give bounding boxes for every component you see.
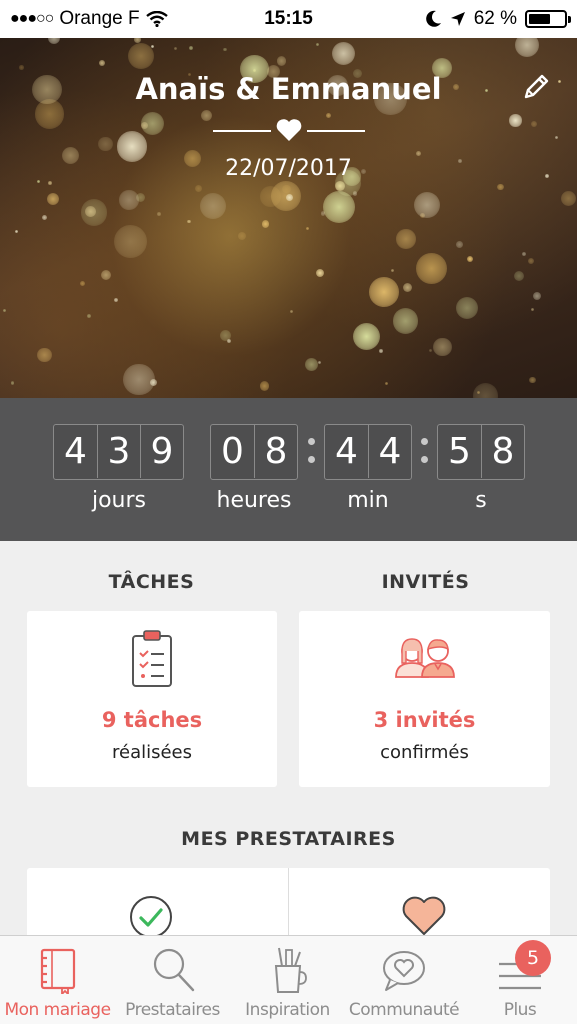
colon-separator — [308, 438, 316, 474]
colon-separator — [421, 438, 429, 474]
search-icon — [153, 948, 194, 992]
hours-digit: 8 — [254, 425, 297, 478]
heart-icon — [276, 119, 302, 141]
guests-count: 3 invités — [373, 708, 476, 732]
minutes-digit: 4 — [335, 431, 358, 472]
checkmark-circle-icon[interactable] — [128, 894, 174, 940]
vendors-title: MES PRESTATAIRES — [181, 828, 396, 850]
tab-communaute[interactable]: Communauté — [345, 936, 463, 1024]
guests-title: INVITÉS — [381, 571, 470, 593]
tab-mon-mariage[interactable]: Mon mariage — [0, 936, 115, 1024]
moon-icon — [425, 10, 441, 27]
tasks-title: TÂCHES — [108, 571, 195, 593]
bottom-tab-bar: Mon mariage Prestataires Inspiration Com… — [0, 935, 577, 1024]
tasks-label: réalisées — [111, 742, 192, 763]
hero-banner: Anaïs & Emmanuel 22/07/2017 — [0, 38, 577, 398]
chat-heart-icon — [383, 951, 425, 991]
pencil-cup-icon — [274, 947, 307, 993]
tasks-count: 9 tâches — [101, 708, 203, 732]
days-counter: 4 3 9 — [53, 424, 184, 480]
days-digit: 3 — [97, 425, 140, 478]
title-divider — [213, 118, 365, 142]
minutes-counter: 4 4 — [324, 424, 412, 480]
tab-label: Communauté — [348, 1000, 460, 1020]
tab-label: Plus — [503, 1000, 537, 1020]
seconds-digit: 8 — [481, 425, 524, 478]
days-digit: 9 — [140, 425, 183, 478]
guests-card[interactable]: 3 invités confirmés — [299, 611, 550, 787]
seconds-unit: s — [475, 488, 487, 513]
minutes-digit: 4 — [368, 425, 411, 478]
status-bar: ●●●○○ Orange F 15:15 62 % — [0, 0, 577, 38]
seconds-counter: 5 8 — [437, 424, 525, 480]
wedding-date: 22/07/2017 — [225, 156, 352, 181]
guests-couple-icon — [394, 638, 455, 678]
battery-percent: 62 % — [473, 8, 517, 29]
tab-label: Mon mariage — [4, 1000, 111, 1020]
location-arrow-icon — [450, 12, 465, 26]
tab-inspiration[interactable]: Inspiration — [230, 936, 345, 1024]
countdown-panel: 4 3 9 0 8 4 4 5 8 jours heures min s — [0, 398, 577, 541]
notification-badge: 5 — [515, 940, 551, 976]
days-unit: jours — [91, 488, 147, 513]
guests-label: confirmés — [380, 742, 469, 763]
tab-prestataires[interactable]: Prestataires — [115, 936, 230, 1024]
hours-counter: 0 8 — [210, 424, 298, 480]
tab-label: Prestataires — [125, 1000, 220, 1020]
hours-digit: 0 — [221, 431, 244, 472]
heart-favorite-icon[interactable] — [401, 894, 447, 936]
notebook-icon — [40, 948, 75, 994]
seconds-digit: 5 — [448, 431, 471, 472]
hours-unit: heures — [216, 488, 292, 513]
couple-names: Anaïs & Emmanuel — [135, 72, 442, 106]
edit-pencil-icon[interactable] — [521, 70, 553, 102]
tasks-card[interactable]: 9 tâches réalisées — [27, 611, 277, 787]
clipboard-checklist-icon — [132, 630, 172, 687]
minutes-unit: min — [347, 488, 389, 513]
tab-label: Inspiration — [245, 1000, 330, 1020]
days-digit: 4 — [64, 431, 87, 472]
battery-icon — [525, 10, 571, 28]
